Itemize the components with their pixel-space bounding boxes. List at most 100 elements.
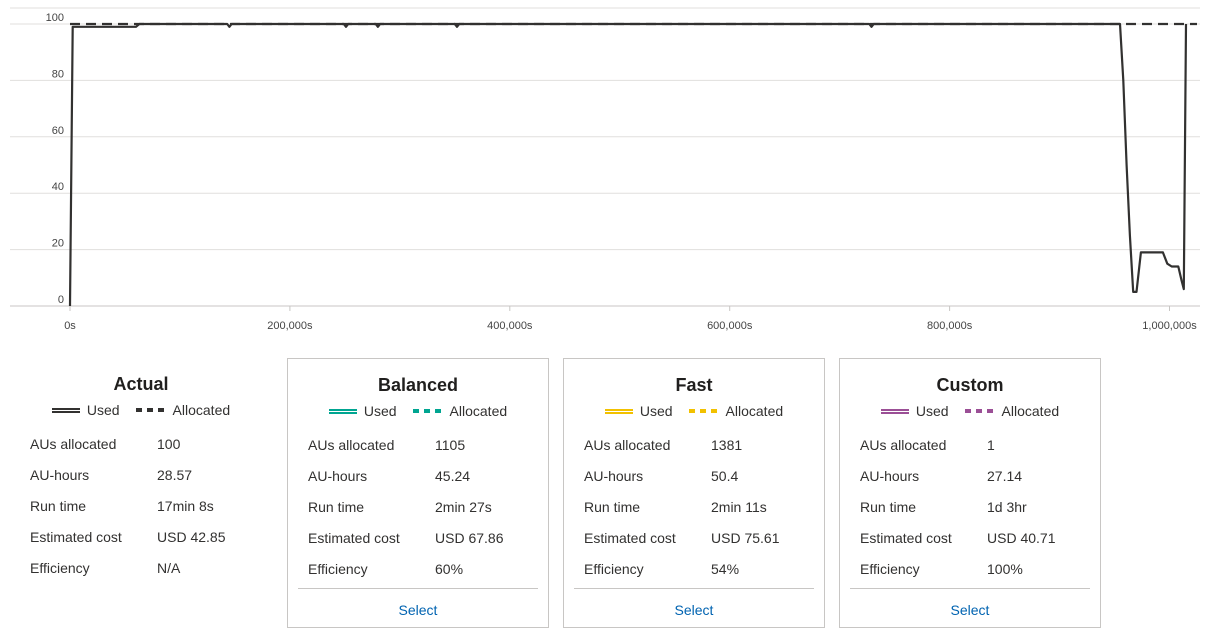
panel-metrics: AUs allocated 1105 AU-hours 45.24 Run time… [308, 429, 538, 584]
metric-label: Efficiency [860, 560, 920, 577]
metric-value: 27.14 [987, 467, 1023, 484]
metric-value: 50.4 [711, 467, 739, 484]
panel-metrics: AUs allocated 100 AU-hours 28.57 Run time 1… [30, 428, 262, 583]
x-tick-label: 400,000s [487, 320, 533, 332]
metric-efficiency: Efficiency 54% [584, 553, 814, 584]
metric-au-hours: AU-hours 27.14 [860, 460, 1090, 491]
metric-value: 1 [987, 436, 995, 453]
panel-title: Actual [113, 374, 169, 394]
metric-value: 1381 [711, 436, 743, 453]
x-axis-ticks: 0s 200,000s 400,000s 600,000s 800,000s 1,000,… [64, 306, 1197, 332]
select-fast-button[interactable]: Select [564, 602, 824, 618]
metric-value: 54% [711, 560, 740, 577]
used-line-swatch [328, 408, 357, 414]
metric-value: 17min 8s [157, 497, 214, 514]
y-tick-label: 80 [52, 68, 64, 80]
metric-estimated-cost: Estimated cost USD 40.71 [860, 522, 1090, 553]
metric-value: 100% [987, 560, 1023, 577]
allocated-line-swatch [964, 409, 995, 413]
metric-value: 100 [157, 435, 181, 452]
metric-run-time: Run time 2min 27s [308, 491, 538, 522]
metric-value: USD 42.85 [157, 528, 226, 545]
used-line-swatch [51, 407, 80, 413]
metric-au-hours: AU-hours 50.4 [584, 460, 814, 491]
metric-efficiency: Efficiency 100% [860, 553, 1090, 584]
panel-title: Fast [675, 375, 713, 395]
metric-run-time: Run time 2min 11s [584, 491, 814, 522]
select-balanced-button[interactable]: Select [288, 602, 548, 618]
legend-used: Used [328, 403, 397, 419]
metric-value: 1105 [435, 436, 466, 453]
used-line-swatch [604, 408, 633, 414]
au-usage-chart: 0 20 40 60 80 100 0s 200,000s 400,000s 600,000s 8… [10, 7, 1200, 332]
metric-value: 2min 11s [711, 498, 767, 515]
panel-legend: Used Allocated [288, 403, 548, 419]
metric-estimated-cost: Estimated cost USD 42.85 [30, 521, 262, 552]
metric-efficiency: Efficiency 60% [308, 553, 538, 584]
legend-allocated-label: Allocated [449, 403, 508, 419]
metric-label: AUs allocated [860, 436, 947, 453]
chart-series [68, 22, 1197, 307]
metric-run-time: Run time 17min 8s [30, 490, 262, 521]
panel-title: Custom [936, 375, 1004, 395]
metric-label: Efficiency [584, 560, 644, 577]
legend-used: Used [604, 403, 673, 419]
metric-label: Estimated cost [860, 529, 952, 546]
estimate-panel-custom: Custom Used Allocated AUs allocated 1 AU-… [839, 358, 1101, 628]
metric-value: 45.24 [435, 467, 471, 484]
legend-allocated-label: Allocated [1001, 403, 1060, 419]
allocated-line-swatch [688, 409, 719, 413]
allocated-line-swatch [412, 409, 443, 413]
metric-aus-allocated: AUs allocated 1 [860, 429, 1090, 460]
panel-divider [298, 588, 538, 589]
legend-allocated: Allocated [135, 402, 231, 418]
metric-label: Run time [308, 498, 365, 515]
estimate-panel-fast: Fast Used Allocated AUs allocated 1381 AU… [563, 358, 825, 628]
used-line-swatch [880, 408, 909, 414]
estimate-panel-actual: Actual Used Allocated AUs allocated 100 A… [10, 358, 272, 628]
metric-value: USD 67.86 [435, 529, 504, 546]
metric-label: AU-hours [860, 467, 920, 484]
metric-aus-allocated: AUs allocated 1105 [308, 429, 538, 460]
metric-label: Estimated cost [308, 529, 400, 546]
metric-aus-allocated: AUs allocated 100 [30, 428, 262, 459]
metric-value: N/A [157, 559, 181, 576]
estimate-panel-balanced: Balanced Used Allocated AUs allocated 110… [287, 358, 549, 628]
metric-label: Run time [30, 497, 87, 514]
metric-label: Efficiency [30, 559, 90, 576]
metric-efficiency: Efficiency N/A [30, 552, 262, 583]
y-tick-label: 60 [52, 125, 64, 137]
metric-label: Run time [584, 498, 641, 515]
legend-allocated-label: Allocated [172, 402, 231, 418]
chart-grid [10, 7, 1200, 307]
metric-value: USD 75.61 [711, 529, 780, 546]
legend-allocated-label: Allocated [725, 403, 784, 419]
x-tick-label: 200,000s [267, 320, 313, 332]
metric-value: USD 40.71 [987, 529, 1056, 546]
metric-label: AUs allocated [30, 435, 117, 452]
panel-divider [574, 588, 814, 589]
panel-metrics: AUs allocated 1381 AU-hours 50.4 Run time 2… [584, 429, 814, 584]
metric-label: AUs allocated [584, 436, 671, 453]
panel-metrics: AUs allocated 1 AU-hours 27.14 Run time 1d … [860, 429, 1090, 584]
metric-label: Estimated cost [584, 529, 676, 546]
metric-value: 1d 3hr [987, 498, 1027, 515]
legend-used-label: Used [86, 402, 120, 418]
metric-label: AU-hours [584, 467, 644, 484]
y-axis-ticks: 0 20 40 60 80 100 [46, 12, 64, 306]
metric-label: AU-hours [308, 467, 368, 484]
metric-au-hours: AU-hours 45.24 [308, 460, 538, 491]
panel-title: Balanced [377, 375, 459, 395]
panel-divider [850, 588, 1090, 589]
metric-au-hours: AU-hours 28.57 [30, 459, 262, 490]
x-tick-label: 0s [64, 320, 76, 332]
metric-estimated-cost: Estimated cost USD 67.86 [308, 522, 538, 553]
y-tick-label: 0 [58, 294, 64, 306]
y-tick-label: 100 [46, 12, 64, 24]
metric-run-time: Run time 1d 3hr [860, 491, 1090, 522]
metric-label: AUs allocated [308, 436, 395, 453]
legend-used-label: Used [915, 403, 949, 419]
select-custom-button[interactable]: Select [840, 602, 1100, 618]
panel-legend: Used Allocated [10, 402, 272, 418]
legend-allocated: Allocated [964, 403, 1060, 419]
